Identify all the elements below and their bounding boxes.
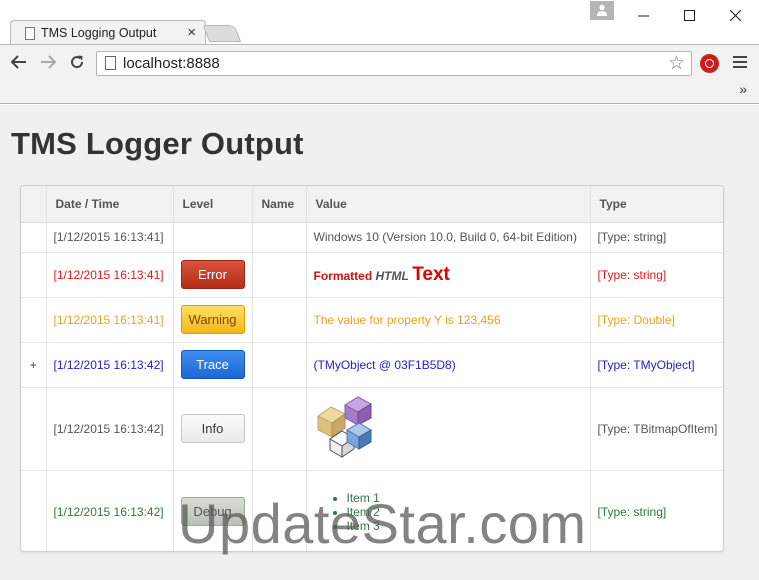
row-name [252,251,307,297]
table-row: [1/12/2015 16:13:41] Warning The value f… [21,296,723,342]
row-level: Info [173,386,253,470]
header-level[interactable]: Level [173,186,253,223]
maximize-icon [683,9,695,21]
table-row: + [1/12/2015 16:13:42] Trace (TMyObject … [21,341,723,387]
tab-title: TMS Logging Output [41,26,157,40]
reload-button[interactable] [66,51,88,73]
page-icon [25,27,35,40]
header-datetime[interactable]: Date / Time [46,186,174,223]
table-row: [1/12/2015 16:13:41] Windows 10 (Version… [21,221,723,252]
row-type: [Type: string] [590,251,723,297]
list-item: Item 1 [347,491,590,505]
formatted-word: Formatted [313,268,373,283]
text-word: Text [412,263,450,285]
row-level: Debug [173,469,253,551]
new-tab-button[interactable] [202,25,242,42]
table-row: [1/12/2015 16:13:41] Error Formatted HTM… [21,251,723,297]
forward-arrow-icon [41,55,56,69]
row-value: Formatted HTML Text [306,251,591,297]
table-row: [1/12/2015 16:13:42] Info [Type: TBitmap… [21,386,723,470]
row-datetime: [1/12/2015 16:13:42] [46,386,174,470]
row-datetime: [1/12/2015 16:13:41] [46,296,174,342]
header-name[interactable]: Name [252,186,307,223]
row-name [252,469,307,551]
back-arrow-icon [11,55,26,69]
extension-stop-icon[interactable] [700,54,719,73]
row-type: [Type: TMyObject] [590,341,723,387]
row-level: Warning [173,296,253,342]
minimize-icon [637,15,649,16]
row-datetime: [1/12/2015 16:13:42] [46,341,174,387]
forward-button[interactable] [37,51,59,73]
row-expand [21,386,47,470]
row-expand [21,296,47,342]
row-expand [21,221,47,252]
back-button[interactable] [8,51,30,73]
level-badge-debug: Debug [180,497,245,527]
cubes-image [316,396,372,458]
row-expand [21,251,47,297]
row-expand-toggle[interactable]: + [21,341,47,387]
close-icon [729,9,741,21]
header-type[interactable]: Type [590,186,723,223]
row-type: [Type: string] [590,469,723,551]
table-header-row: Date / Time Level Name Value Type [21,186,723,223]
row-value: Windows 10 (Version 10.0, Build 0, 64-bi… [306,221,591,252]
level-badge-error: Error [180,260,245,289]
reload-icon [71,55,84,69]
minimize-button[interactable] [620,0,666,30]
user-icon [597,4,607,16]
row-value [306,386,591,470]
close-window-button[interactable] [712,0,758,30]
value-list: Item 1 Item 2 Item 3 [307,491,590,533]
list-item: Item 3 [347,519,590,533]
browser-tab[interactable]: TMS Logging Output × [10,20,206,45]
row-type: [Type: string] [590,221,723,252]
row-value: The value for property Y is 123,456 [306,296,591,342]
header-expand [21,186,47,223]
table-row: [1/12/2015 16:13:42] Debug Item 1 Item 2… [21,469,723,551]
row-level [173,221,253,252]
browser-titlebar: TMS Logging Output × [0,0,759,45]
row-expand [21,469,47,551]
maximize-button[interactable] [666,0,712,30]
page-content: TMS Logger Output Date / Time Level Name… [0,105,759,580]
row-name [252,341,307,387]
tab-close-icon[interactable]: × [187,23,196,43]
row-value: (TMyObject @ 03F1B5D8) [306,341,591,387]
row-name [252,386,307,470]
level-badge-trace: Trace [180,350,245,379]
level-badge-info: Info [180,414,245,443]
row-type: [Type: Double] [590,296,723,342]
user-profile-button[interactable] [590,1,614,20]
row-level: Trace [173,341,253,387]
row-datetime: [1/12/2015 16:13:41] [46,251,174,297]
html-word: HTML [375,268,409,283]
row-name [252,221,307,252]
log-table: Date / Time Level Name Value Type [1/12/… [20,185,724,552]
row-type: [Type: TBitmapOfItem] [590,386,723,470]
row-name [252,296,307,342]
row-datetime: [1/12/2015 16:13:41] [46,221,174,252]
header-value[interactable]: Value [306,186,591,223]
bookmarks-bar: » [0,80,759,104]
address-bar[interactable]: localhost:8888 ☆ [96,51,692,76]
row-level: Error [173,251,253,297]
page-title: TMS Logger Output [11,126,304,161]
menu-icon[interactable] [733,56,747,71]
bookmark-star-icon[interactable]: ☆ [668,52,685,75]
bookmarks-overflow-button[interactable]: » [739,81,747,97]
row-value: Item 1 Item 2 Item 3 [306,469,591,551]
browser-toolbar: localhost:8888 ☆ [0,44,759,80]
url-text: localhost:8888 [123,55,220,72]
page-info-icon [105,56,116,70]
level-badge-warning: Warning [180,305,245,334]
list-item: Item 2 [347,505,590,519]
row-datetime: [1/12/2015 16:13:42] [46,469,174,551]
